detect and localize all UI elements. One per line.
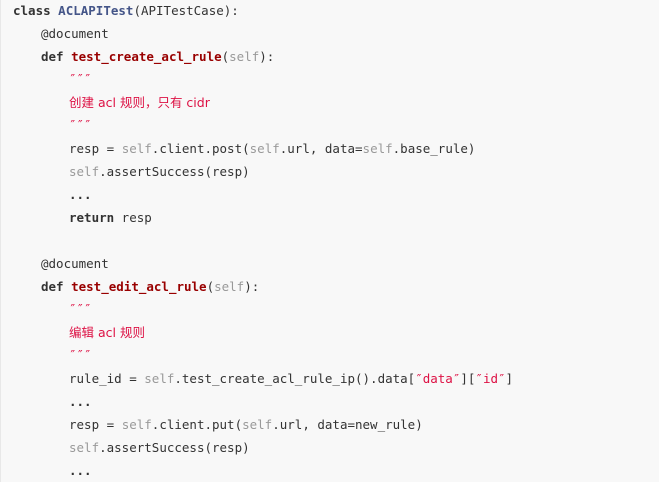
code-line-rule-id: rule_id = self.test_create_acl_rule_ip()… xyxy=(69,369,513,389)
code-text: .url, data=new_rule) xyxy=(272,417,423,432)
code-text: .client.post( xyxy=(151,141,250,156)
self-ref: self xyxy=(121,141,152,156)
code-text: resp xyxy=(114,210,152,225)
code-line-assert-1: self.assertSuccess(resp) xyxy=(69,162,250,182)
paren-close: ): xyxy=(244,279,260,294)
self-param: self xyxy=(214,279,245,294)
code-text: .client.put( xyxy=(151,417,243,432)
code-text: resp = xyxy=(69,417,122,432)
code-text: rule_id = xyxy=(69,371,145,386)
code-line-docstring-text-1: 创建 acl 规则，只有 cidr xyxy=(69,93,210,113)
code-line-docstring-text-2: 编辑 acl 规则 xyxy=(69,323,145,343)
code-line-resp-post: resp = self.client.post(self.url, data=s… xyxy=(69,139,475,159)
code-text: ] xyxy=(505,371,514,386)
self-ref: self xyxy=(242,417,273,432)
code-text: .assertSuccess(resp) xyxy=(99,440,250,455)
paren-open: ( xyxy=(206,279,215,294)
self-ref: self xyxy=(249,141,280,156)
docstring-quotes: ″″″ xyxy=(69,301,92,316)
code-line-resp-put: resp = self.client.put(self.url, data=ne… xyxy=(69,415,423,435)
code-line-assert-2: self.assertSuccess(resp) xyxy=(69,438,250,458)
function-name-edit: test_edit_acl_rule xyxy=(71,279,207,294)
function-name-create: test_create_acl_rule xyxy=(71,49,222,64)
code-line-decorator-1: @document xyxy=(41,24,109,44)
self-ref: self xyxy=(69,440,100,455)
self-ref: self xyxy=(362,141,393,156)
docstring-quotes: ″″″ xyxy=(69,71,92,86)
docstring-quotes: ″″″ xyxy=(69,117,92,132)
code-block: class ACLAPITest(APITestCase): @document… xyxy=(0,0,659,482)
code-text: .url, data= xyxy=(279,141,363,156)
class-keyword: class xyxy=(13,3,51,18)
code-line-def-create: def test_create_acl_rule(self): xyxy=(41,47,274,67)
self-ref: self xyxy=(121,417,152,432)
code-line-class-def: class ACLAPITest(APITestCase): xyxy=(13,1,239,21)
self-param: self xyxy=(229,49,260,64)
code-line-docstring-close-2: ″″″ xyxy=(69,345,92,365)
code-line-ellipsis-2: ... xyxy=(69,392,92,412)
code-text: ][ xyxy=(460,371,476,386)
def-keyword: def xyxy=(41,279,64,294)
self-ref: self xyxy=(144,371,175,386)
code-line-ellipsis-1: ... xyxy=(69,185,92,205)
code-line-ellipsis-3: ... xyxy=(69,461,92,481)
code-text: resp = xyxy=(69,141,122,156)
def-keyword: def xyxy=(41,49,64,64)
code-line-def-edit: def test_edit_acl_rule(self): xyxy=(41,277,259,297)
string-literal: ″data″ xyxy=(415,371,461,386)
code-line-docstring-open-1: ″″″ xyxy=(69,69,92,89)
docstring-text: 创建 acl 规则，只有 cidr xyxy=(69,95,210,110)
self-ref: self xyxy=(69,164,100,179)
code-text: .assertSuccess(resp) xyxy=(99,164,250,179)
ellipsis: ... xyxy=(69,463,92,478)
ellipsis: ... xyxy=(69,187,92,202)
code-line-return: return resp xyxy=(69,208,152,228)
decorator: @document xyxy=(41,26,109,41)
class-name: ACLAPITest xyxy=(58,3,134,18)
decorator: @document xyxy=(41,256,109,271)
docstring-quotes: ″″″ xyxy=(69,347,92,362)
paren-close: ): xyxy=(259,49,275,64)
code-line-docstring-close-1: ″″″ xyxy=(69,115,92,135)
return-keyword: return xyxy=(69,210,115,225)
code-text: .base_rule) xyxy=(392,141,476,156)
code-line-docstring-open-2: ″″″ xyxy=(69,299,92,319)
docstring-text: 编辑 acl 规则 xyxy=(69,325,145,340)
ellipsis: ... xyxy=(69,394,92,409)
code-text: .test_create_acl_rule_ip().data[ xyxy=(174,371,416,386)
code-line-decorator-2: @document xyxy=(41,254,109,274)
class-base: (APITestCase): xyxy=(133,3,239,18)
string-literal: ″id″ xyxy=(475,371,506,386)
